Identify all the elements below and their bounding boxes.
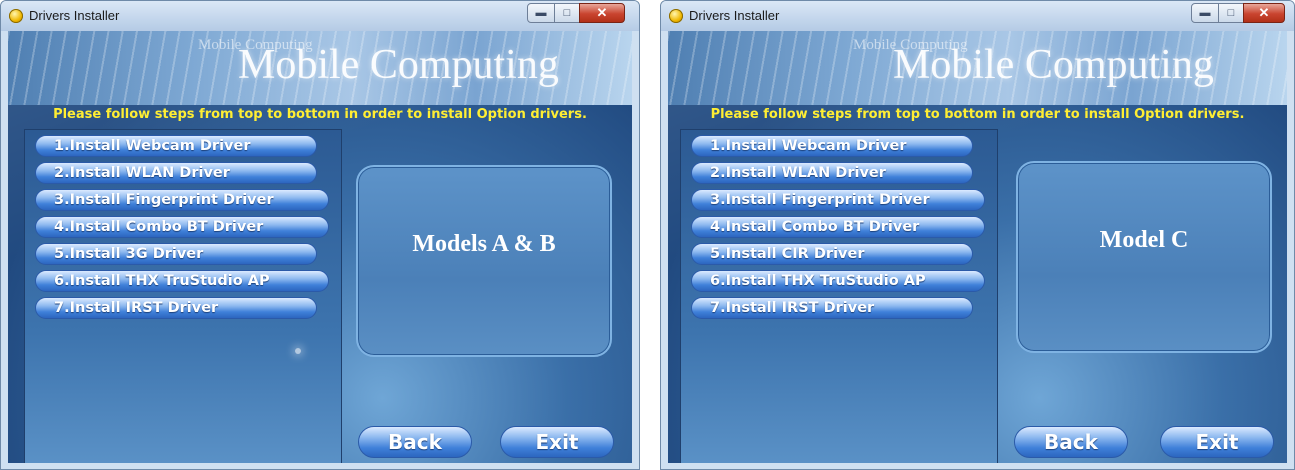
- maximize-icon: □: [1227, 7, 1235, 19]
- install-wlan-driver-button[interactable]: 2.Install WLAN Driver: [691, 162, 973, 184]
- maximize-button[interactable]: □: [1218, 3, 1244, 23]
- model-info-panel: Model C: [1016, 161, 1272, 353]
- instruction-text: Please follow steps from top to bottom i…: [710, 107, 1245, 122]
- banner-logo-text: Mobile Computing: [893, 42, 1214, 88]
- back-button[interactable]: Back: [358, 426, 472, 458]
- driver-list-panel: 1.Install Webcam Driver 2.Install WLAN D…: [24, 129, 342, 463]
- minimize-icon: ▬: [535, 7, 547, 19]
- maximize-button[interactable]: □: [554, 3, 580, 23]
- window-title: Drivers Installer: [29, 8, 120, 23]
- banner-logo-text: Mobile Computing: [238, 42, 559, 88]
- maximize-icon: □: [563, 7, 571, 19]
- install-thx-trustudio-button[interactable]: 6.Install THX TruStudio AP: [691, 270, 985, 292]
- close-button[interactable]: ✕: [579, 3, 625, 23]
- exit-button[interactable]: Exit: [500, 426, 614, 458]
- instruction-text: Please follow steps from top to bottom i…: [53, 107, 587, 122]
- close-button[interactable]: ✕: [1243, 3, 1285, 23]
- title-bar[interactable]: Drivers Installer ▬ □ ✕: [1, 1, 639, 31]
- install-webcam-driver-button[interactable]: 1.Install Webcam Driver: [35, 135, 317, 157]
- close-icon: ✕: [596, 5, 608, 20]
- install-thx-trustudio-button[interactable]: 6.Install THX TruStudio AP: [35, 270, 329, 292]
- install-wlan-driver-button[interactable]: 2.Install WLAN Driver: [35, 162, 317, 184]
- minimize-button[interactable]: ▬: [1191, 3, 1219, 23]
- install-irst-driver-button[interactable]: 7.Install IRST Driver: [35, 297, 317, 319]
- sparkle-decoration: [295, 348, 301, 354]
- model-info-panel: Models A & B: [356, 165, 612, 357]
- install-cir-driver-button[interactable]: 5.Install CIR Driver: [691, 243, 973, 265]
- drivers-installer-window-left: Drivers Installer ▬ □ ✕ Mobile Computing…: [0, 0, 640, 470]
- minimize-icon: ▬: [1199, 7, 1211, 19]
- model-label: Models A & B: [412, 231, 556, 257]
- exit-button[interactable]: Exit: [1160, 426, 1274, 458]
- install-fingerprint-driver-button[interactable]: 3.Install Fingerprint Driver: [691, 189, 985, 211]
- back-button[interactable]: Back: [1014, 426, 1128, 458]
- install-combo-bt-driver-button[interactable]: 4.Install Combo BT Driver: [35, 216, 329, 238]
- installer-client-area: Mobile Computing Mobile Computing Please…: [668, 31, 1287, 463]
- banner: Mobile Computing Mobile Computing: [8, 31, 632, 105]
- title-bar[interactable]: Drivers Installer ▬ □ ✕: [661, 1, 1294, 31]
- close-icon: ✕: [1258, 5, 1270, 20]
- window-title: Drivers Installer: [689, 8, 780, 23]
- install-irst-driver-button[interactable]: 7.Install IRST Driver: [691, 297, 973, 319]
- install-webcam-driver-button[interactable]: 1.Install Webcam Driver: [691, 135, 973, 157]
- driver-list-panel: 1.Install Webcam Driver 2.Install WLAN D…: [680, 129, 998, 463]
- install-3g-driver-button[interactable]: 5.Install 3G Driver: [35, 243, 317, 265]
- app-icon: [669, 9, 683, 23]
- install-combo-bt-driver-button[interactable]: 4.Install Combo BT Driver: [691, 216, 985, 238]
- minimize-button[interactable]: ▬: [527, 3, 555, 23]
- banner: Mobile Computing Mobile Computing: [668, 31, 1287, 105]
- app-icon: [9, 9, 23, 23]
- installer-client-area: Mobile Computing Mobile Computing Please…: [8, 31, 632, 463]
- model-label: Model C: [1099, 227, 1189, 253]
- install-fingerprint-driver-button[interactable]: 3.Install Fingerprint Driver: [35, 189, 329, 211]
- drivers-installer-window-right: Drivers Installer ▬ □ ✕ Mobile Computing…: [660, 0, 1295, 470]
